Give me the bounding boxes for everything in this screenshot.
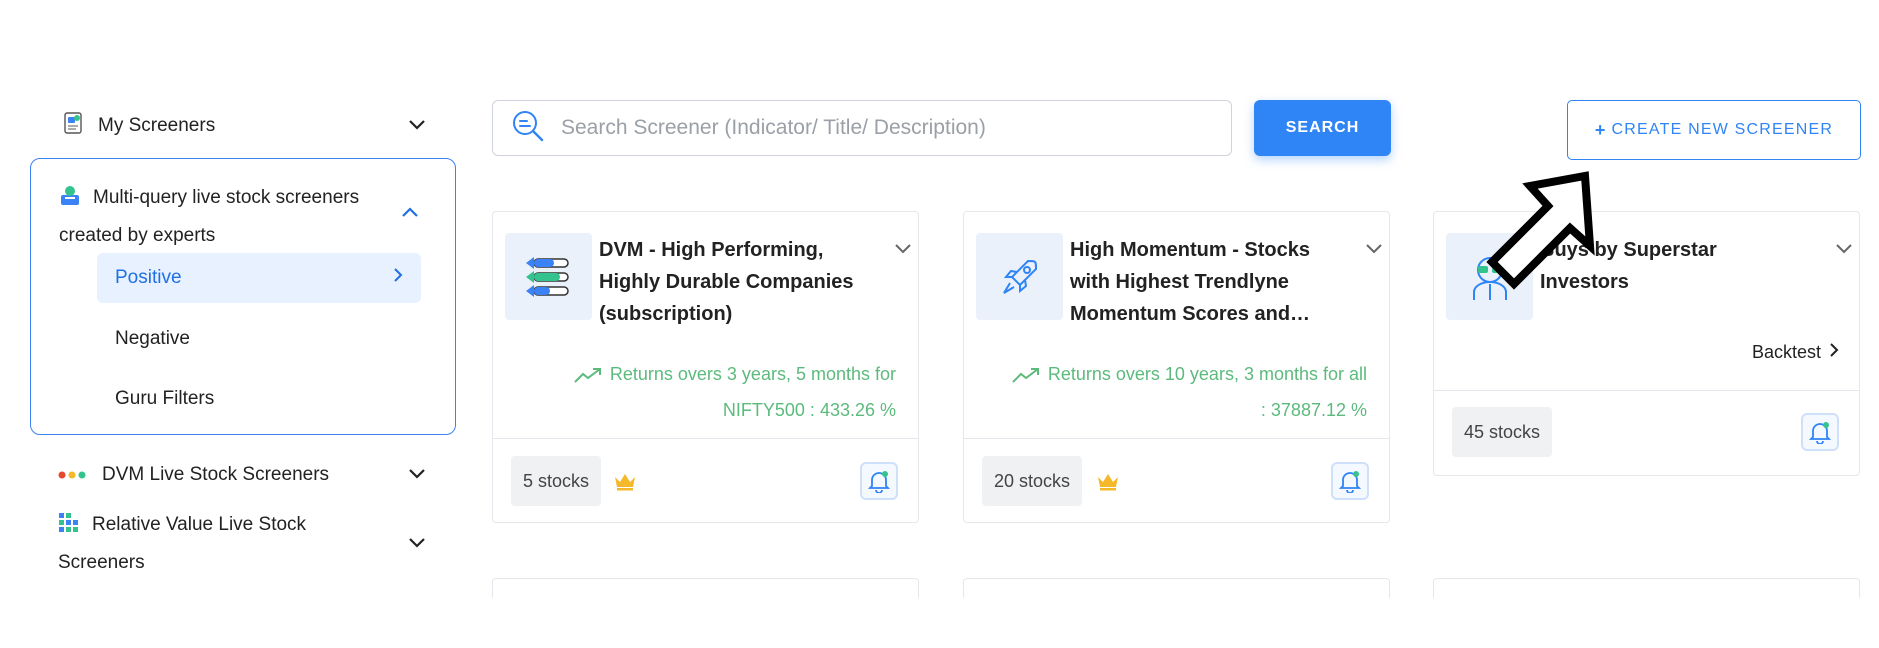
traffic-dots-icon [58, 464, 88, 486]
sidebar-item-label: DVM Live Stock Screeners [102, 464, 330, 485]
sidebar-item-label: Multi-query live stock screeners created… [59, 187, 360, 246]
rocket-icon [976, 233, 1063, 320]
trending-up-icon [1012, 361, 1040, 394]
card-title[interactable]: DVM - High Performing, Highly Durable Co… [599, 234, 869, 330]
trending-up-icon [574, 361, 602, 394]
document-icon [62, 111, 84, 141]
bell-alert-icon[interactable] [1801, 413, 1839, 451]
sidebar-subitem-label: Negative [115, 328, 190, 349]
crown-icon [613, 471, 637, 496]
sidebar-subitem-guru-filters[interactable]: Guru Filters [97, 374, 421, 424]
card-returns: Returns overs 3 years, 5 months for NIFT… [536, 358, 896, 427]
chevron-down-icon[interactable] [408, 464, 426, 486]
bell-alert-icon[interactable] [1331, 462, 1369, 500]
sidebar-subitem-positive[interactable]: Positive [97, 253, 421, 303]
sidebar-item-my-screeners[interactable]: My Screeners [30, 100, 456, 152]
stock-count-badge[interactable]: 45 stocks [1452, 407, 1553, 457]
stock-count-badge[interactable]: 5 stocks [511, 456, 602, 506]
sidebar-subitem-label: Positive [115, 267, 182, 288]
chevron-down-icon[interactable] [1365, 242, 1383, 260]
create-new-screener-button[interactable]: + CREATE NEW SCREENER [1567, 100, 1861, 160]
sidebar-item-dvm[interactable]: DVM Live Stock Screeners [30, 451, 456, 499]
sidebar-subitem-label: Guru Filters [115, 388, 215, 409]
plus-icon: + [1594, 119, 1607, 140]
chevron-right-icon [393, 267, 403, 289]
search-input[interactable] [561, 116, 1201, 140]
search-bar [492, 100, 1232, 156]
sidebar-item-label: My Screeners [98, 115, 216, 136]
search-button[interactable]: SEARCH [1254, 100, 1391, 156]
slider-bars-icon [505, 233, 592, 320]
sidebar-item-experts[interactable]: Multi-query live stock screeners created… [59, 181, 389, 253]
sidebar-item-relative-value[interactable]: Relative Value Live Stock Screeners [30, 507, 456, 581]
screener-card-peek [1433, 578, 1860, 598]
card-title[interactable]: High Momentum - Stocks with Highest Tren… [1070, 234, 1340, 330]
backtest-label: Backtest [1751, 342, 1821, 362]
backtest-link[interactable]: Backtest [1752, 342, 1839, 363]
chevron-up-icon[interactable] [401, 205, 419, 223]
returns-text: Returns overs 10 years, 3 months for all… [1047, 364, 1367, 420]
sidebar: My Screeners Multi-query live stock scre… [30, 100, 456, 581]
screener-card[interactable]: DVM - High Performing, Highly Durable Co… [492, 211, 919, 523]
stock-count-badge[interactable]: 20 stocks [982, 456, 1083, 506]
pointer-arrow-icon [1478, 168, 1608, 299]
create-button-label: CREATE NEW SCREENER [1611, 121, 1834, 138]
expert-screeners-group: Multi-query live stock screeners created… [30, 158, 456, 435]
expert-icon [59, 183, 81, 219]
crown-icon [1096, 471, 1120, 496]
screener-card-peek [963, 578, 1390, 598]
chevron-down-icon[interactable] [894, 242, 912, 260]
sidebar-subitem-negative[interactable]: Negative [97, 314, 421, 364]
grid-chart-icon [58, 512, 80, 546]
sidebar-item-label: Relative Value Live Stock Screeners [58, 514, 307, 573]
card-footer: 5 stocks [493, 438, 918, 522]
returns-text: Returns overs 3 years, 5 months for NIFT… [609, 364, 896, 420]
chevron-right-icon [1829, 342, 1839, 363]
screener-card[interactable]: High Momentum - Stocks with Highest Tren… [963, 211, 1390, 523]
chevron-down-icon[interactable] [408, 533, 426, 555]
chevron-down-icon[interactable] [408, 115, 426, 137]
chevron-down-icon[interactable] [1835, 242, 1853, 260]
bell-alert-icon[interactable] [860, 462, 898, 500]
card-returns: Returns overs 10 years, 3 months for all… [1007, 358, 1367, 427]
screener-card-peek [492, 578, 919, 598]
search-icon [511, 109, 545, 148]
card-footer: 20 stocks [964, 438, 1389, 522]
card-footer: 45 stocks [1434, 390, 1859, 475]
